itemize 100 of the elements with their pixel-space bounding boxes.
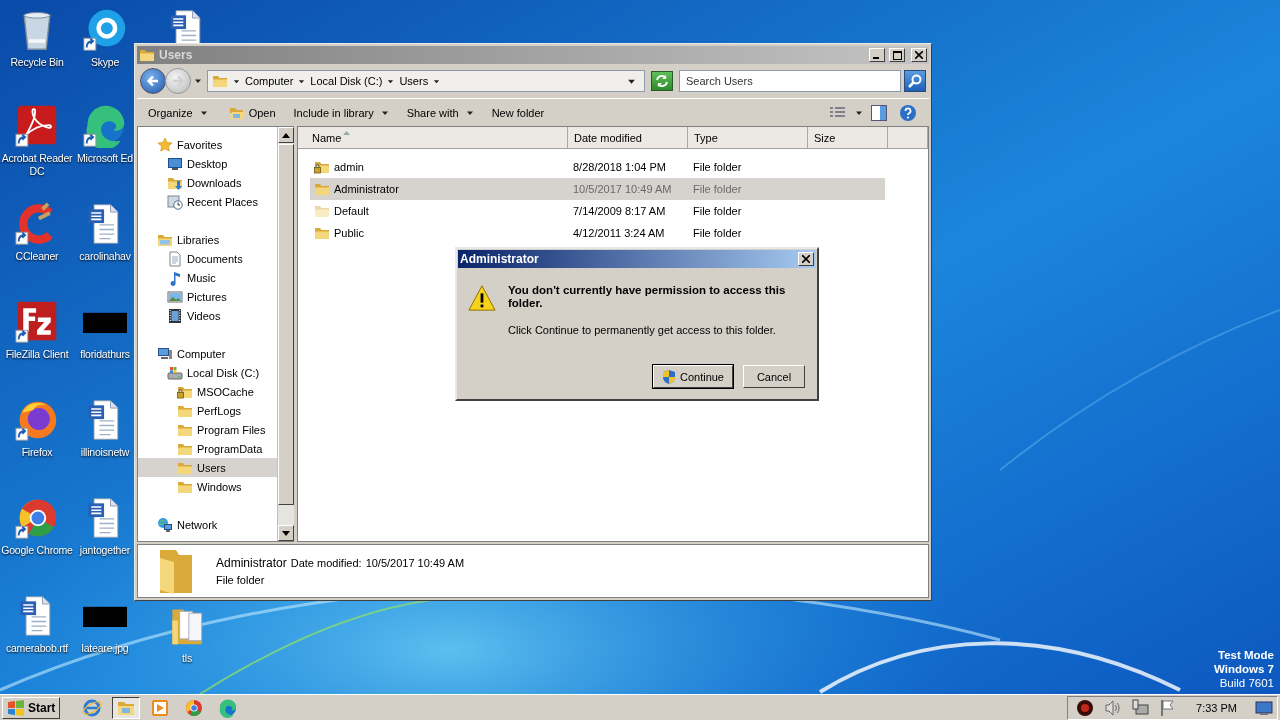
drive-icon (167, 364, 183, 381)
details-value: File folder (216, 574, 266, 586)
window-title: Users (159, 48, 193, 62)
address-bar[interactable]: Computer Local Disk (C:) Users (207, 70, 645, 92)
nav-item[interactable]: Pictures (138, 287, 277, 306)
nav-label: Documents (187, 252, 243, 265)
preview-pane-icon[interactable] (871, 104, 887, 121)
flag-icon[interactable] (1160, 698, 1177, 717)
back-button[interactable] (140, 68, 166, 94)
icon-label: Skype (90, 56, 120, 69)
nav-item[interactable]: Users (138, 458, 277, 477)
scroll-down-button[interactable] (278, 525, 294, 541)
icon-label: Google Chrome (1, 544, 73, 557)
nav-item[interactable]: Network (138, 515, 277, 534)
nav-item[interactable]: Computer (138, 344, 277, 363)
nav-label: MSOCache (197, 385, 254, 398)
search-field[interactable]: Search Users (679, 70, 901, 92)
nav-item[interactable]: ProgramData (138, 439, 277, 458)
toolbar-button[interactable]: Open (222, 101, 283, 124)
nav-item[interactable]: Libraries (138, 230, 277, 249)
network-icon (157, 516, 173, 533)
view-list-icon[interactable] (829, 105, 847, 120)
caret-icon[interactable] (387, 77, 395, 85)
breadcrumb[interactable]: Computer (245, 75, 294, 87)
dialog-button[interactable]: Cancel (743, 365, 805, 388)
test-mode-text: Windows 7 (1214, 662, 1274, 676)
back-arrow-icon (145, 73, 161, 89)
nav-item[interactable]: Videos (138, 306, 277, 325)
nav-item[interactable]: Local Disk (C:) (138, 363, 277, 382)
clock[interactable]: 7:33 PM (1196, 701, 1237, 714)
monitor-icon (167, 155, 183, 172)
nav-item[interactable]: Music (138, 268, 277, 287)
table-cell-text: File folder (692, 205, 743, 217)
file-row[interactable]: Public 4/12/2011 3:24 AM File folder (310, 222, 885, 244)
network-icon[interactable] (1132, 698, 1151, 717)
acrobat-icon[interactable] (15, 104, 59, 148)
icon-label: CCleaner (15, 250, 59, 263)
skype-icon[interactable] (83, 8, 127, 52)
test-mode-text: Test Mode (1218, 648, 1274, 662)
caret-icon[interactable] (233, 77, 240, 85)
nav-label: Favorites (177, 138, 223, 151)
table-cell-text: 4/12/2011 3:24 AM (572, 227, 666, 239)
file-row[interactable]: admin 8/28/2018 1:04 PM File folder (310, 156, 885, 178)
dialog-heading: You don't currently have permission to access this folder. (508, 284, 787, 310)
breadcrumb[interactable]: Local Disk (C:) (310, 75, 383, 87)
folder-icon (314, 203, 330, 219)
file-row[interactable]: Administrator 10/5/2017 10:49 AM File folder (310, 178, 885, 200)
nav-item[interactable]: Favorites (138, 135, 277, 154)
scrollbar-thumb[interactable] (278, 144, 294, 505)
maximize-button[interactable] (889, 48, 905, 62)
toolbar-button[interactable]: Include in library (290, 103, 396, 122)
filezilla-icon[interactable] (15, 300, 59, 344)
speaker-icon[interactable] (1104, 699, 1123, 716)
icon-label: Microsoft Ed (77, 152, 133, 165)
details-value: 10/5/2017 10:49 AM (365, 557, 465, 569)
nav-item[interactable]: Downloads (138, 173, 277, 192)
folder-clock-icon (167, 193, 183, 210)
file-name: Default (334, 205, 369, 217)
start-button[interactable]: Start (2, 696, 61, 719)
help-icon[interactable] (899, 103, 917, 122)
breadcrumb[interactable]: Users (399, 75, 429, 87)
table-cell-text: 8/28/2018 1:04 PM (572, 161, 667, 173)
toolbar-button[interactable]: Organize (145, 103, 215, 122)
nav-item[interactable]: Documents (138, 249, 277, 268)
record-icon[interactable] (1076, 698, 1095, 717)
toolbar-button[interactable]: New folder (488, 103, 552, 122)
dialog-button[interactable]: Continue (652, 365, 733, 388)
close-button[interactable] (911, 48, 927, 62)
minimize-button[interactable] (869, 48, 885, 62)
nav-item[interactable]: PerfLogs (138, 401, 277, 420)
nav-label: Recent Places (187, 195, 258, 208)
nav-item[interactable]: Program Files (138, 420, 277, 439)
caret-icon[interactable] (194, 77, 202, 85)
caret-icon[interactable] (433, 77, 441, 85)
icon-label: Recycle Bin (10, 56, 64, 69)
file-name: Public (334, 227, 364, 239)
nav-label: Videos (187, 309, 221, 322)
toolbar-button[interactable]: Share with (403, 103, 481, 122)
edge-icon (218, 697, 239, 718)
nav-item[interactable]: Recent Places (138, 192, 277, 211)
scroll-up-button[interactable] (278, 127, 294, 143)
scrollbar[interactable] (277, 127, 294, 541)
nav-label: Network (177, 518, 218, 531)
file-row[interactable]: Default 7/14/2009 8:17 AM File folder (310, 200, 885, 222)
dialog-title: Administrator (460, 252, 539, 266)
dialog-message: Click Continue to permanently get access to this folder. (508, 324, 777, 336)
show-desktop-icon[interactable] (1255, 699, 1273, 716)
caret-icon[interactable] (298, 77, 306, 85)
close-button[interactable] (798, 252, 814, 266)
refresh-button[interactable] (651, 71, 673, 91)
icon-label: tls (182, 652, 192, 665)
table-cell-text: 10/5/2017 10:49 AM (572, 183, 673, 195)
nav-item[interactable]: Windows (138, 477, 277, 496)
nav-item[interactable]: Desktop (138, 154, 277, 173)
search-button[interactable] (904, 70, 926, 92)
details-name: Administrator (216, 556, 287, 570)
edge-icon[interactable] (83, 104, 127, 148)
nav-item[interactable]: MSOCache (138, 382, 277, 401)
taskbar-button[interactable] (112, 696, 141, 719)
close-icon (802, 255, 810, 263)
